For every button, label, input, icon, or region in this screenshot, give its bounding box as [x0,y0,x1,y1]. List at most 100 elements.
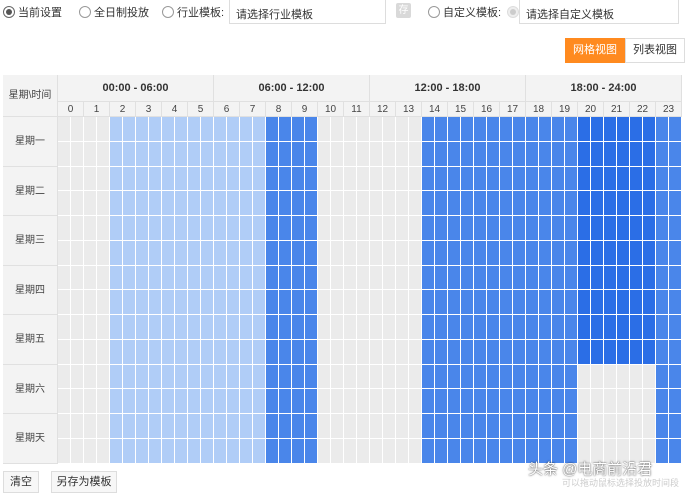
time-slot-cell[interactable] [487,290,500,315]
time-slot-cell[interactable] [474,216,487,241]
time-slot-cell[interactable] [500,216,513,241]
time-slot-cell[interactable] [253,414,266,439]
time-slot-cell[interactable] [58,315,71,340]
time-slot-cell[interactable] [266,216,279,241]
time-slot-cell[interactable] [370,389,383,414]
time-slot-cell[interactable] [474,438,487,464]
grid-view-button[interactable]: 网格视图 [565,38,625,63]
time-slot-cell[interactable] [578,389,591,414]
time-slot-cell[interactable] [383,438,396,464]
time-slot-cell[interactable] [474,290,487,315]
time-slot-cell[interactable] [565,166,578,192]
time-slot-cell[interactable] [526,141,539,167]
time-slot-cell[interactable] [383,191,396,216]
time-slot-cell[interactable] [565,191,578,216]
time-slot-cell[interactable] [97,339,110,365]
time-slot-cell[interactable] [201,216,214,241]
time-slot-cell[interactable] [305,315,318,340]
time-slot-cell[interactable] [591,117,604,142]
time-slot-cell[interactable] [214,265,227,291]
time-slot-cell[interactable] [552,216,565,241]
time-slot-cell[interactable] [84,364,97,390]
time-slot-cell[interactable] [162,290,175,315]
time-slot-cell[interactable] [71,290,84,315]
time-slot-cell[interactable] [409,117,422,142]
time-slot-cell[interactable] [110,166,123,192]
time-slot-cell[interactable] [630,141,643,167]
time-slot-cell[interactable] [565,290,578,315]
time-slot-cell[interactable] [331,191,344,216]
time-slot-cell[interactable] [513,339,526,365]
time-slot-cell[interactable] [656,117,669,142]
time-slot-cell[interactable] [669,216,682,241]
time-slot-cell[interactable] [422,216,435,241]
time-slot-cell[interactable] [396,364,409,390]
time-slot-cell[interactable] [513,265,526,291]
time-slot-cell[interactable] [162,438,175,464]
time-slot-cell[interactable] [656,265,669,291]
time-slot-cell[interactable] [58,339,71,365]
time-slot-cell[interactable] [344,117,357,142]
time-slot-cell[interactable] [474,389,487,414]
time-slot-cell[interactable] [123,240,136,266]
time-slot-cell[interactable] [526,364,539,390]
time-slot-cell[interactable] [123,389,136,414]
time-slot-cell[interactable] [526,315,539,340]
time-slot-cell[interactable] [474,141,487,167]
time-slot-cell[interactable] [214,389,227,414]
time-slot-cell[interactable] [526,240,539,266]
time-slot-cell[interactable] [292,141,305,167]
time-slot-cell[interactable] [474,339,487,365]
time-slot-cell[interactable] [422,290,435,315]
time-slot-cell[interactable] [71,265,84,291]
time-slot-cell[interactable] [630,117,643,142]
time-slot-cell[interactable] [487,364,500,390]
time-slot-cell[interactable] [292,364,305,390]
time-slot-cell[interactable] [370,117,383,142]
industry-template-select[interactable]: 请选择行业模板 [229,0,386,24]
time-slot-cell[interactable] [357,240,370,266]
time-slot-cell[interactable] [292,290,305,315]
time-slot-cell[interactable] [370,216,383,241]
all-day-radio[interactable] [79,6,91,18]
time-slot-cell[interactable] [149,240,162,266]
industry-template-option[interactable]: 行业模板: [162,4,224,20]
time-slot-cell[interactable] [58,364,71,390]
time-slot-cell[interactable] [591,265,604,291]
time-slot-cell[interactable] [357,414,370,439]
time-slot-cell[interactable] [201,364,214,390]
time-slot-cell[interactable] [565,414,578,439]
time-slot-cell[interactable] [292,166,305,192]
time-slot-cell[interactable] [97,315,110,340]
time-slot-cell[interactable] [344,166,357,192]
time-slot-cell[interactable] [461,438,474,464]
time-slot-cell[interactable] [110,141,123,167]
time-slot-cell[interactable] [305,290,318,315]
time-slot-cell[interactable] [409,414,422,439]
time-slot-cell[interactable] [643,191,656,216]
time-slot-cell[interactable] [422,364,435,390]
time-slot-cell[interactable] [461,117,474,142]
time-slot-cell[interactable] [201,141,214,167]
time-slot-cell[interactable] [318,290,331,315]
time-slot-cell[interactable] [539,389,552,414]
time-slot-cell[interactable] [279,240,292,266]
time-slot-cell[interactable] [149,191,162,216]
time-slot-cell[interactable] [565,389,578,414]
time-slot-cell[interactable] [396,315,409,340]
time-slot-cell[interactable] [227,141,240,167]
time-slot-cell[interactable] [357,339,370,365]
custom-template-radio[interactable] [428,6,440,18]
time-slot-cell[interactable] [149,141,162,167]
time-slot-cell[interactable] [344,438,357,464]
time-slot-cell[interactable] [110,191,123,216]
time-slot-cell[interactable] [71,438,84,464]
time-slot-cell[interactable] [149,339,162,365]
time-slot-cell[interactable] [591,339,604,365]
time-slot-cell[interactable] [279,315,292,340]
time-slot-cell[interactable] [526,389,539,414]
time-slot-cell[interactable] [292,117,305,142]
time-slot-cell[interactable] [578,364,591,390]
time-slot-cell[interactable] [656,364,669,390]
time-slot-cell[interactable] [630,389,643,414]
